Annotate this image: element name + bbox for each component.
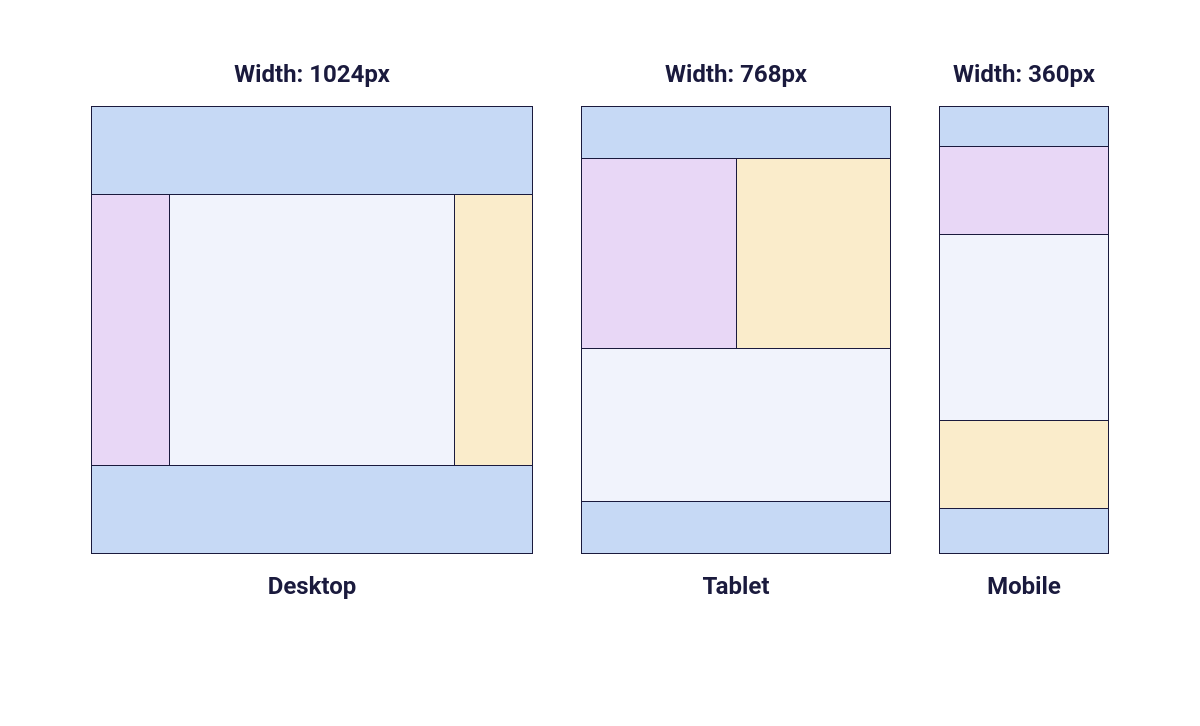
region-content: [170, 195, 454, 465]
width-label-mobile: Width: 360px: [953, 60, 1095, 88]
breakpoint-desktop: Width: 1024px Desktop: [91, 60, 533, 600]
region-mid-row: [92, 195, 532, 465]
responsive-layouts-diagram: Width: 1024px Desktop Width: 768px Table…: [0, 0, 1200, 600]
region-top-row: [582, 159, 890, 349]
region-content: [940, 235, 1108, 421]
layout-frame-tablet: [581, 106, 891, 554]
region-sidebar-left: [582, 159, 737, 348]
width-label-tablet: Width: 768px: [665, 60, 807, 88]
region-sidebar-right: [454, 195, 532, 465]
region-content: [582, 349, 890, 501]
region-sidebar-left: [92, 195, 170, 465]
layout-frame-mobile: [939, 106, 1109, 554]
caption-desktop: Desktop: [268, 572, 357, 600]
region-footer: [582, 501, 890, 553]
region-header: [582, 107, 890, 159]
breakpoint-mobile: Width: 360px Mobile: [939, 60, 1109, 600]
region-sidebar-left: [940, 147, 1108, 235]
width-label-desktop: Width: 1024px: [234, 60, 390, 88]
region-header: [940, 107, 1108, 147]
breakpoint-tablet: Width: 768px Tablet: [581, 60, 891, 600]
region-sidebar-right: [940, 421, 1108, 509]
caption-mobile: Mobile: [987, 572, 1061, 600]
region-header: [92, 107, 532, 195]
region-footer: [940, 509, 1108, 553]
caption-tablet: Tablet: [703, 572, 770, 600]
layout-frame-desktop: [91, 106, 533, 554]
region-sidebar-right: [737, 159, 891, 348]
region-footer: [92, 465, 532, 553]
